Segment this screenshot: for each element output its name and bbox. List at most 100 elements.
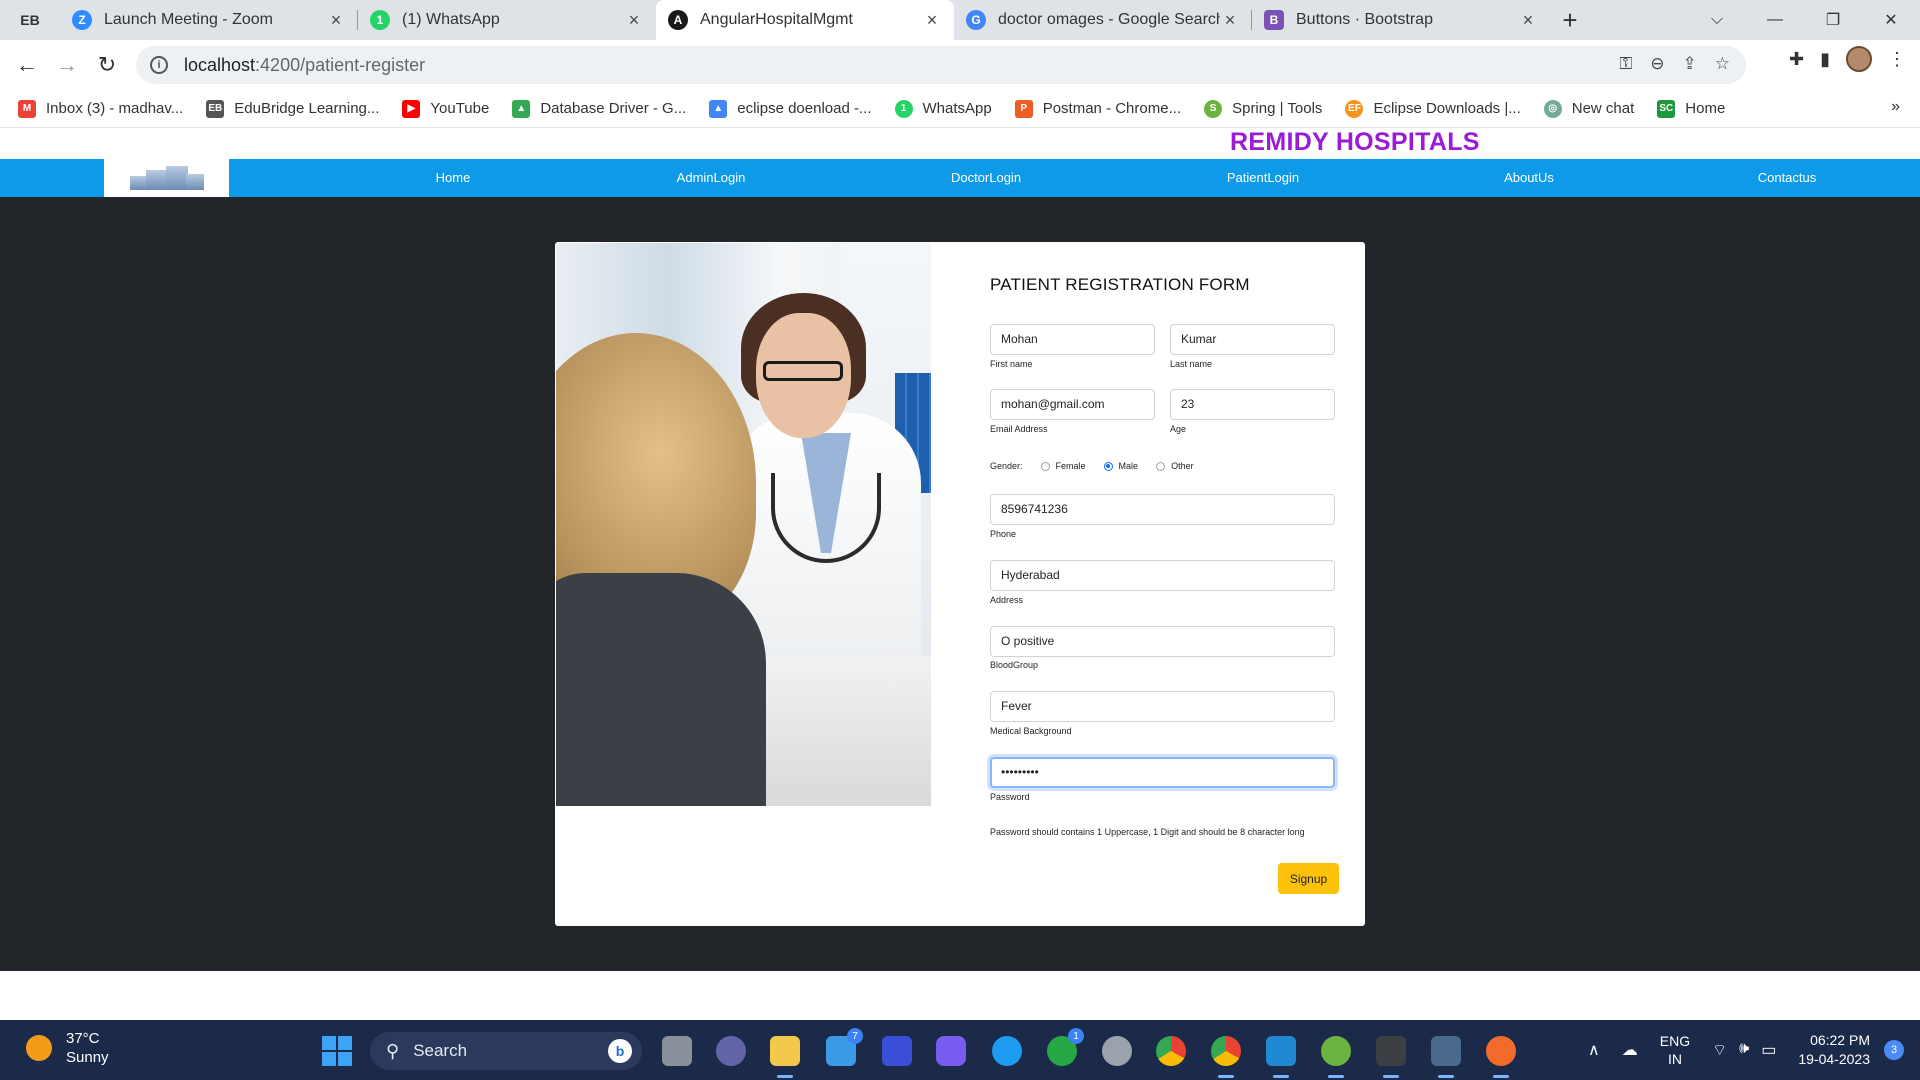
xbox-icon[interactable]: 1 (1047, 1028, 1084, 1066)
onedrive-icon[interactable]: ☁ (1622, 1040, 1638, 1060)
search-icon: ⚲ (386, 1040, 400, 1061)
bookmark-star-icon[interactable]: ☆ (1715, 54, 1730, 74)
site-info-icon[interactable]: i (150, 56, 168, 74)
bookmark-eclipse-downloads[interactable]: EF Eclipse Downloads |... (1345, 99, 1521, 118)
tab-angular-hospital[interactable]: A AngularHospitalMgmt × (656, 0, 954, 40)
back-button[interactable]: ← (7, 45, 47, 85)
bookmark-gmail[interactable]: M Inbox (3) - madhav... (18, 99, 183, 118)
last-name-input[interactable]: Kumar (1170, 324, 1335, 355)
phone-input[interactable]: 8596741236 (990, 494, 1335, 525)
gender-other-label: Other (1171, 461, 1194, 471)
taskbar-clock[interactable]: 06:22 PM 19-04-2023 (1798, 1031, 1870, 1069)
mysql-workbench-icon[interactable] (1431, 1036, 1461, 1078)
openai-icon: ◎ (1543, 99, 1562, 118)
close-icon[interactable]: × (922, 10, 942, 31)
bookmark-eclipse-download[interactable]: ▲ eclipse doenload -... (709, 99, 872, 118)
tab-bootstrap[interactable]: B Buttons · Bootstrap × (1252, 0, 1550, 40)
url-bar[interactable]: i localhost:4200/patient-register ⚿ ⊖ ⇪ … (136, 46, 1746, 84)
medical-background-input[interactable]: Fever (990, 691, 1335, 722)
bookmarks-overflow-icon[interactable]: » (1891, 98, 1900, 116)
spring-tools-icon[interactable] (1321, 1036, 1351, 1078)
postman-app-icon[interactable] (1486, 1036, 1516, 1078)
close-icon[interactable]: × (624, 10, 644, 31)
tab-whatsapp[interactable]: 1 (1) WhatsApp × (358, 0, 656, 40)
bookmark-database-driver[interactable]: ▲ Database Driver - G... (512, 99, 686, 118)
forward-button[interactable]: → (47, 45, 87, 85)
page-content: REMIDY HOSPITALS Home AdminLogin DoctorL… (0, 128, 1920, 1020)
nav-home[interactable]: Home (436, 159, 471, 197)
restore-button[interactable]: ❐ (1804, 0, 1862, 40)
key-icon[interactable]: ⚿ (1619, 54, 1632, 74)
system-tray: ∧ ☁ ENG IN ⌔ 🕪 ▭ 06:22 PM 19-04-2023 3 (1588, 1020, 1920, 1080)
nav-contact-us[interactable]: Contactus (1758, 159, 1817, 197)
bookmark-edubridge[interactable]: EB EduBridge Learning... (206, 99, 379, 118)
volume-icon[interactable]: 🕪 (1739, 1040, 1749, 1060)
side-panel-icon[interactable]: ▮ (1820, 49, 1830, 70)
wifi-icon[interactable]: ⌔ (1712, 1040, 1727, 1060)
bing-icon[interactable]: b (608, 1039, 632, 1063)
teams-chat-icon[interactable] (716, 1036, 746, 1066)
new-tab-button[interactable]: + (1550, 0, 1590, 40)
window-close-button[interactable]: ✕ (1862, 0, 1920, 40)
task-view-icon[interactable] (662, 1036, 692, 1066)
windows-start-icon[interactable] (322, 1036, 352, 1066)
vscode-icon[interactable] (1266, 1036, 1296, 1078)
password-hint: Password should contains 1 Uppercase, 1 … (990, 827, 1305, 837)
email-label: Email Address (990, 424, 1048, 434)
zoom-icon[interactable]: ⊖ (1650, 54, 1664, 74)
bookmark-youtube[interactable]: ▶ YouTube (402, 99, 489, 118)
taskbar-search-box[interactable]: ⚲ Search b (370, 1032, 642, 1070)
gender-other-radio[interactable] (1156, 461, 1166, 471)
menu-kebab-icon[interactable]: ⋮ (1888, 49, 1906, 70)
nav-about-us[interactable]: AboutUs (1504, 159, 1554, 197)
tab-search-icon[interactable]: EB (0, 0, 60, 40)
tab-google-search[interactable]: G doctor omages - Google Search × (954, 0, 1252, 40)
edge-icon[interactable] (992, 1036, 1022, 1066)
email-input[interactable]: mohan@gmail.com (990, 389, 1155, 420)
nav-doctor-login[interactable]: DoctorLogin (951, 159, 1021, 197)
terminal-icon[interactable] (1376, 1036, 1406, 1078)
battery-icon[interactable]: ▭ (1761, 1040, 1776, 1060)
reload-button[interactable]: ↻ (87, 45, 127, 85)
nav-patient-login[interactable]: PatientLogin (1227, 159, 1299, 197)
file-explorer-icon[interactable] (770, 1036, 800, 1078)
age-input[interactable]: 23 (1170, 389, 1335, 420)
close-icon[interactable]: × (326, 10, 346, 31)
eclipse-icon: EF (1345, 99, 1364, 118)
address-input[interactable]: Hyderabad (990, 560, 1335, 591)
bookmark-whatsapp[interactable]: 1 WhatsApp (894, 99, 992, 118)
visual-studio-app-icon[interactable] (882, 1036, 912, 1066)
close-icon[interactable]: × (1220, 10, 1240, 31)
tab-zoom[interactable]: Z Launch Meeting - Zoom × (60, 0, 358, 40)
bookmarks-bar: M Inbox (3) - madhav... EB EduBridge Learn… (0, 90, 1920, 128)
site-brand: REMIDY HOSPITALS (1230, 128, 1480, 156)
bookmark-home[interactable]: SC Home (1657, 99, 1725, 118)
signup-button[interactable]: Signup (1278, 863, 1339, 894)
language-indicator[interactable]: ENG IN (1660, 1032, 1690, 1068)
spring-icon: S (1204, 99, 1223, 118)
tab-list-chevron-icon[interactable]: ⌵ (1688, 0, 1746, 40)
tray-chevron-up-icon[interactable]: ∧ (1588, 1040, 1600, 1060)
mail-icon[interactable]: 7 (826, 1028, 863, 1066)
gender-male-radio[interactable] (1103, 461, 1113, 471)
bookmark-postman[interactable]: P Postman - Chrome... (1014, 99, 1181, 118)
settings-gear-icon[interactable] (1102, 1036, 1132, 1066)
bookmark-spring-tools[interactable]: S Spring | Tools (1204, 99, 1322, 118)
media-app-icon[interactable] (936, 1036, 966, 1066)
nav-admin-login[interactable]: AdminLogin (677, 159, 746, 197)
minimize-button[interactable]: — (1746, 0, 1804, 40)
close-icon[interactable]: × (1518, 10, 1538, 31)
chrome-icon[interactable] (1156, 1036, 1186, 1066)
blood-group-input[interactable]: O positive (990, 626, 1335, 657)
bookmark-new-chat[interactable]: ◎ New chat (1543, 99, 1634, 118)
password-input[interactable]: ••••••••• (990, 757, 1335, 788)
extensions-icon[interactable]: ✚ (1789, 49, 1804, 70)
first-name-input[interactable]: Mohan (990, 324, 1155, 355)
chrome-profile-icon[interactable] (1211, 1036, 1241, 1078)
gender-female-radio[interactable] (1040, 461, 1050, 471)
weather-widget[interactable]: 37°C Sunny (26, 1029, 109, 1067)
profile-avatar[interactable] (1846, 46, 1872, 72)
notification-badge[interactable]: 3 (1884, 1040, 1904, 1060)
share-icon[interactable]: ⇪ (1683, 54, 1697, 74)
hospital-logo[interactable] (104, 159, 229, 197)
